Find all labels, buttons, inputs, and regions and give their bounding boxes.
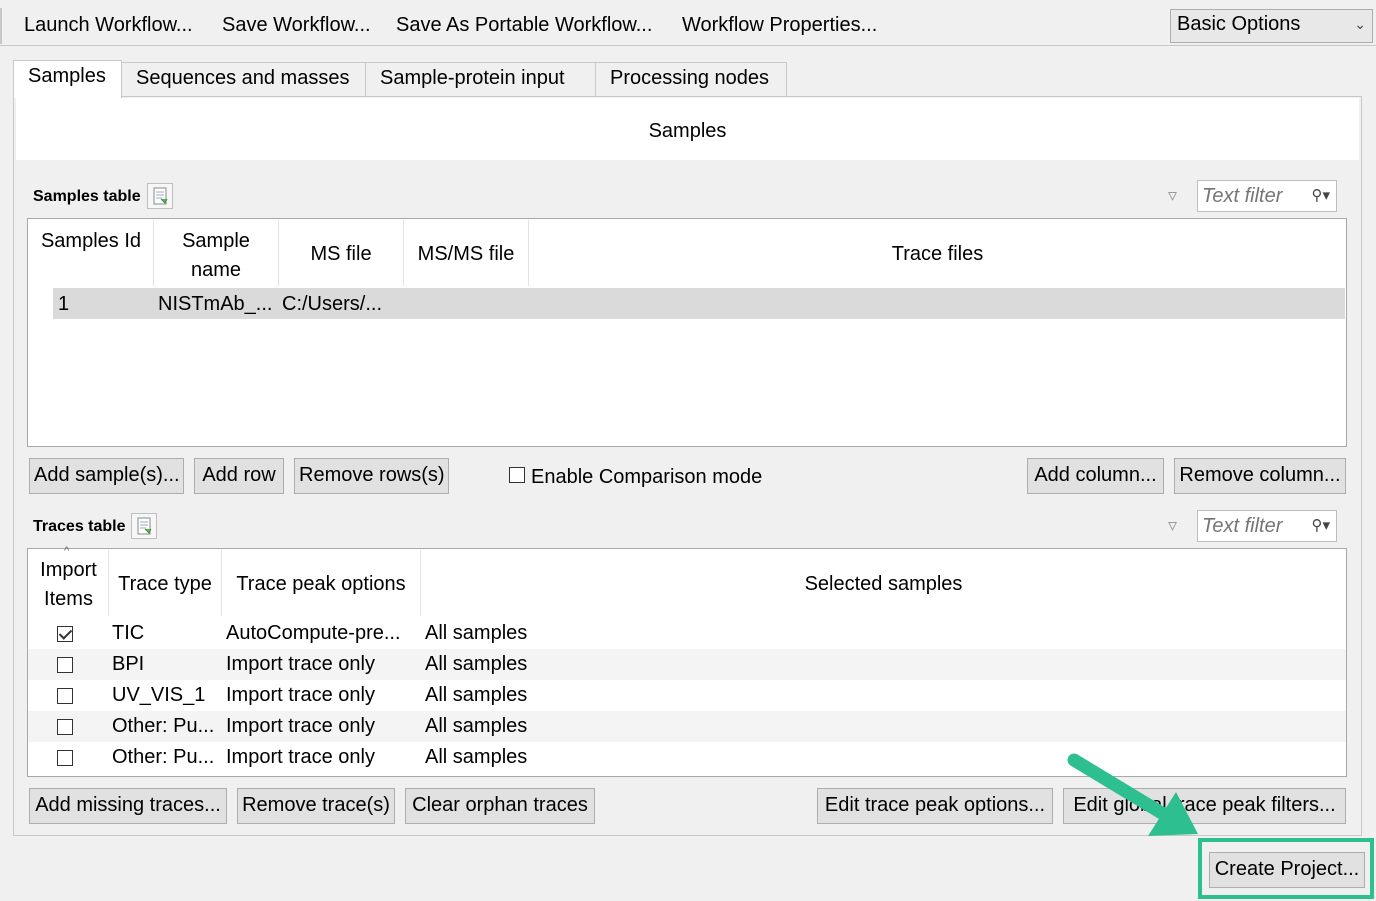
trace-peak-options-cell[interactable]: Import trace only [226, 653, 375, 676]
column-divider [108, 550, 109, 616]
column-divider [278, 220, 279, 286]
workflow-properties-button[interactable]: Workflow Properties... [682, 14, 877, 37]
import-checkbox[interactable] [57, 750, 73, 766]
column-header-selected-samples[interactable]: Selected samples [422, 570, 1345, 599]
export-sheet-icon[interactable] [147, 183, 173, 209]
remove-rows-button[interactable]: Remove rows(s) [294, 458, 449, 494]
import-checkbox[interactable] [57, 626, 73, 642]
trace-peak-options-cell[interactable]: Import trace only [226, 746, 375, 769]
save-workflow-button[interactable]: Save Workflow... [222, 14, 371, 37]
trace-peak-options-cell[interactable]: Import trace only [226, 684, 375, 707]
column-divider [420, 550, 421, 616]
trace-type-cell[interactable]: TIC [112, 622, 144, 645]
selected-samples-cell[interactable]: All samples [425, 746, 527, 769]
column-header-trace-peak-options[interactable]: Trace peak options [223, 570, 419, 599]
launch-workflow-button[interactable]: Launch Workflow... [24, 14, 193, 37]
traces-text-filter[interactable]: ⚲▾ [1197, 510, 1337, 542]
tab-processing-nodes[interactable]: Processing nodes [595, 62, 787, 96]
options-dropdown-value: Basic Options [1177, 13, 1301, 35]
traces-filter-input[interactable] [1202, 515, 1308, 538]
pointer-arrow-icon [1067, 753, 1198, 836]
selected-samples-cell[interactable]: All samples [425, 622, 527, 645]
remove-column-button[interactable]: Remove column... [1174, 458, 1346, 494]
column-divider [403, 220, 404, 286]
search-icon[interactable]: ⚲▾ [1311, 516, 1330, 534]
options-dropdown[interactable]: Basic Options ⌄ [1170, 9, 1373, 43]
remove-traces-button[interactable]: Remove trace(s) [237, 788, 395, 824]
selected-samples-cell[interactable]: All samples [425, 653, 527, 676]
add-missing-traces-button[interactable]: Add missing traces... [29, 788, 227, 824]
clear-orphan-traces-button[interactable]: Clear orphan traces [405, 788, 595, 824]
export-sheet-icon[interactable] [131, 513, 157, 539]
samples-text-filter[interactable]: ⚲▾ [1197, 180, 1337, 212]
comparison-mode-label[interactable]: Enable Comparison mode [531, 466, 762, 489]
filter-icon: ▿ [1168, 185, 1178, 205]
column-header-trace-files[interactable]: Trace files [530, 240, 1345, 269]
sample-name-cell[interactable]: NISTmAb_... [158, 293, 272, 316]
ms-file-cell[interactable]: C:/Users/... [282, 293, 382, 316]
import-checkbox[interactable] [57, 657, 73, 673]
add-samples-button[interactable]: Add sample(s)... [29, 458, 184, 494]
tab-sample-protein-input[interactable]: Sample-protein input [365, 62, 596, 96]
tab-sequences-and-masses[interactable]: Sequences and masses [121, 62, 366, 96]
column-header-samples-id[interactable]: Samples Id [30, 227, 152, 256]
add-row-button[interactable]: Add row [194, 458, 284, 494]
trace-type-cell[interactable]: UV_VIS_1 [112, 684, 205, 707]
column-header-import-items[interactable]: Import Items [30, 556, 107, 614]
sample-id-cell[interactable]: 1 [58, 293, 69, 316]
edit-trace-peak-options-button[interactable]: Edit trace peak options... [817, 788, 1053, 824]
toolbar-divider [0, 8, 2, 44]
samples-header: Samples [16, 98, 1359, 160]
trace-type-cell[interactable]: Other: Pu... [112, 746, 214, 769]
column-divider [528, 220, 529, 286]
column-header-ms-file[interactable]: MS file [280, 240, 402, 269]
column-header-trace-type[interactable]: Trace type [110, 570, 220, 599]
column-header-sample-name[interactable]: Sample name [155, 227, 277, 285]
samples-table-label: Samples table [33, 188, 141, 205]
comparison-mode-checkbox[interactable] [509, 467, 525, 483]
search-icon[interactable]: ⚲▾ [1311, 186, 1330, 204]
import-checkbox[interactable] [57, 688, 73, 704]
column-divider [153, 220, 154, 286]
filter-icon: ▿ [1168, 515, 1178, 535]
column-divider [221, 550, 222, 616]
trace-type-cell[interactable]: BPI [112, 653, 144, 676]
selected-samples-cell[interactable]: All samples [425, 684, 527, 707]
selected-samples-cell[interactable]: All samples [425, 715, 527, 738]
trace-peak-options-cell[interactable]: AutoCompute-pre... [226, 622, 401, 645]
add-column-button[interactable]: Add column... [1027, 458, 1164, 494]
trace-peak-options-cell[interactable]: Import trace only [226, 715, 375, 738]
column-header-msms-file[interactable]: MS/MS file [405, 240, 527, 269]
save-portable-workflow-button[interactable]: Save As Portable Workflow... [396, 14, 652, 37]
import-checkbox[interactable] [57, 719, 73, 735]
chevron-down-icon: ⌄ [1354, 16, 1366, 32]
traces-table-label: Traces table [33, 518, 126, 535]
highlight-box [1198, 838, 1374, 899]
tab-samples[interactable]: Samples [13, 60, 122, 98]
trace-type-cell[interactable]: Other: Pu... [112, 715, 214, 738]
samples-filter-input[interactable] [1202, 185, 1308, 208]
